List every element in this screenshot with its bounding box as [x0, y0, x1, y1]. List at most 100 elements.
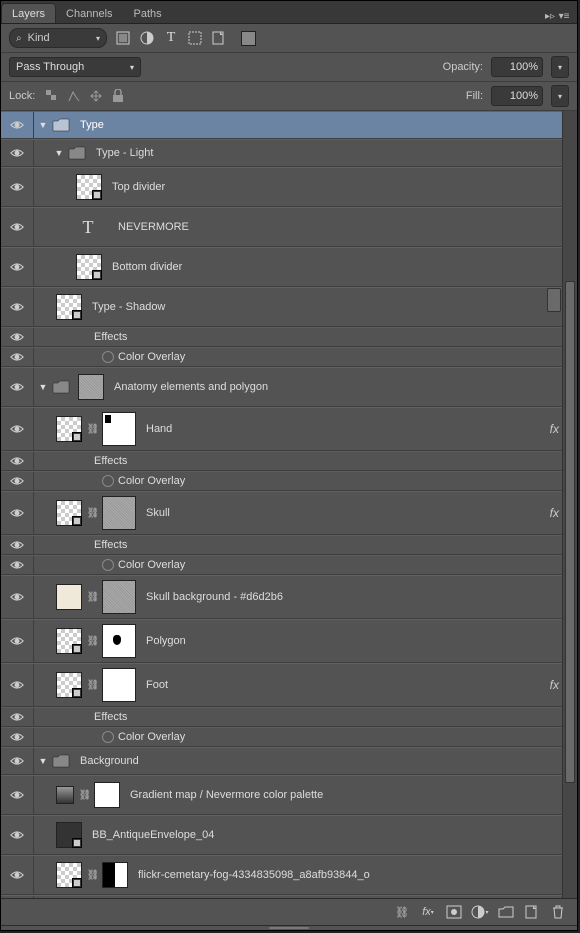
opacity-stepper[interactable]: ▾	[551, 56, 569, 78]
scrollbar-thumb[interactable]	[565, 281, 575, 783]
layer-thumbnail[interactable]	[76, 174, 102, 200]
layer-thumbnail[interactable]	[76, 254, 102, 280]
layer-skull-bg[interactable]: ⛓ Skull background - #d6d2b6	[1, 575, 577, 619]
layer-thumbnail[interactable]	[56, 672, 82, 698]
filter-kind-dropdown[interactable]: ⌕ ▾	[9, 28, 107, 48]
filter-smart-icon[interactable]	[211, 30, 227, 46]
fill-stepper[interactable]: ▾	[551, 85, 569, 107]
link-icon[interactable]: ⛓	[86, 506, 100, 520]
visibility-toggle[interactable]	[1, 856, 34, 894]
link-icon[interactable]: ⛓	[86, 868, 100, 882]
mask-thumbnail[interactable]	[102, 412, 136, 446]
mask-thumbnail[interactable]	[102, 862, 128, 888]
visibility-toggle[interactable]	[1, 208, 34, 246]
visibility-toggle[interactable]	[1, 536, 34, 554]
panel-menu-icon[interactable]: ▾≡	[557, 9, 571, 23]
layer-thumbnail[interactable]	[56, 294, 82, 320]
link-icon[interactable]: ⛓	[86, 634, 100, 648]
filter-adjust-icon[interactable]	[139, 30, 155, 46]
layer-bottom-divider[interactable]: Bottom divider	[1, 247, 577, 287]
mask-thumbnail[interactable]	[94, 782, 120, 808]
color-overlay-row[interactable]: Color Overlay	[1, 347, 577, 367]
layer-group-background[interactable]: ▼ Background	[1, 747, 577, 775]
opacity-input[interactable]: 100%	[491, 57, 543, 77]
effects-row[interactable]: Effects	[1, 451, 577, 471]
layer-group-type[interactable]: ▼ Type	[1, 111, 577, 139]
visibility-toggle[interactable]	[1, 452, 34, 470]
new-layer-button[interactable]	[521, 903, 543, 921]
layer-nevermore-text[interactable]: T NEVERMORE	[1, 207, 577, 247]
visibility-toggle[interactable]	[1, 140, 34, 166]
filter-pixel-icon[interactable]	[115, 30, 131, 46]
layer-group-type-light[interactable]: ▼ Type - Light	[1, 139, 577, 167]
visibility-toggle[interactable]	[1, 816, 34, 854]
layer-film-texture[interactable]: film_texture___grain_explosion_by_jakezd…	[1, 895, 577, 898]
layer-thumbnail[interactable]	[56, 500, 82, 526]
tab-paths[interactable]: Paths	[124, 4, 172, 23]
visibility-toggle[interactable]	[1, 288, 34, 326]
layer-thumbnail[interactable]	[56, 584, 82, 610]
filter-toggle-switch[interactable]	[241, 31, 256, 46]
visibility-toggle[interactable]	[1, 748, 34, 774]
visibility-toggle[interactable]	[1, 708, 34, 726]
visibility-toggle[interactable]	[1, 168, 34, 206]
layer-bb-envelope[interactable]: BB_AntiqueEnvelope_04	[1, 815, 577, 855]
filter-shape-icon[interactable]	[187, 30, 203, 46]
delete-layer-button[interactable]	[547, 903, 569, 921]
mini-scrollbar[interactable]	[547, 288, 561, 312]
layer-fog[interactable]: ⛓ flickr-cemetary-fog-4334835098_a8afb93…	[1, 855, 577, 895]
resize-handle[interactable]	[1, 925, 577, 930]
mask-thumbnail[interactable]	[78, 374, 104, 400]
layer-thumbnail[interactable]	[56, 416, 82, 442]
adjustment-layer-button[interactable]: ▾	[469, 903, 491, 921]
new-group-button[interactable]	[495, 903, 517, 921]
mask-thumbnail[interactable]	[102, 496, 136, 530]
expand-toggle[interactable]: ▼	[54, 148, 64, 158]
fx-badge[interactable]: fx	[550, 506, 561, 520]
lock-position-icon[interactable]	[87, 88, 105, 104]
visibility-toggle[interactable]	[1, 728, 34, 746]
layer-gradient-map[interactable]: ⛓ Gradient map / Nevermore color palette	[1, 775, 577, 815]
filter-kind-input[interactable]	[26, 31, 68, 45]
tab-channels[interactable]: Channels	[56, 4, 122, 23]
layer-hand[interactable]: ⛓ Hand fx▲	[1, 407, 577, 451]
expand-toggle[interactable]: ▼	[38, 756, 48, 766]
visibility-toggle[interactable]	[1, 328, 34, 346]
blend-mode-dropdown[interactable]: Pass Through▾	[9, 57, 141, 77]
link-icon[interactable]: ⛓	[86, 678, 100, 692]
layer-top-divider[interactable]: Top divider	[1, 167, 577, 207]
effects-row[interactable]: Effects	[1, 535, 577, 555]
visibility-toggle[interactable]	[1, 368, 34, 406]
filter-type-icon[interactable]: T	[163, 30, 179, 46]
color-overlay-row[interactable]: Color Overlay	[1, 471, 577, 491]
expand-toggle[interactable]: ▼	[38, 382, 48, 392]
effects-row[interactable]: Effects	[1, 327, 577, 347]
layer-group-anatomy[interactable]: ▼ Anatomy elements and polygon	[1, 367, 577, 407]
visibility-toggle[interactable]	[1, 248, 34, 286]
visibility-toggle[interactable]	[1, 348, 34, 366]
color-overlay-row[interactable]: Color Overlay	[1, 555, 577, 575]
visibility-toggle[interactable]	[1, 576, 34, 618]
layer-skull[interactable]: ⛓ Skull fx▲	[1, 491, 577, 535]
mask-thumbnail[interactable]	[102, 668, 136, 702]
adjustment-icon[interactable]	[56, 786, 74, 804]
layer-mask-button[interactable]	[443, 903, 465, 921]
lock-pixels-icon[interactable]	[65, 88, 83, 104]
visibility-toggle[interactable]	[1, 620, 34, 662]
lock-all-icon[interactable]	[109, 88, 127, 104]
tab-layers[interactable]: Layers	[2, 4, 55, 23]
fx-badge[interactable]: fx	[550, 422, 561, 436]
visibility-toggle[interactable]	[1, 408, 34, 450]
fx-badge[interactable]: fx	[550, 678, 561, 692]
visibility-toggle[interactable]	[1, 492, 34, 534]
link-icon[interactable]: ⛓	[86, 590, 100, 604]
visibility-toggle[interactable]	[1, 556, 34, 574]
visibility-toggle[interactable]	[1, 472, 34, 490]
mask-thumbnail[interactable]	[102, 580, 136, 614]
layer-type-shadow[interactable]: Type - Shadow fx▲	[1, 287, 577, 327]
mask-thumbnail[interactable]	[102, 624, 136, 658]
fill-input[interactable]: 100%	[491, 86, 543, 106]
visibility-toggle[interactable]	[1, 664, 34, 706]
expand-toggle[interactable]: ▼	[38, 120, 48, 130]
visibility-toggle[interactable]	[1, 112, 34, 138]
